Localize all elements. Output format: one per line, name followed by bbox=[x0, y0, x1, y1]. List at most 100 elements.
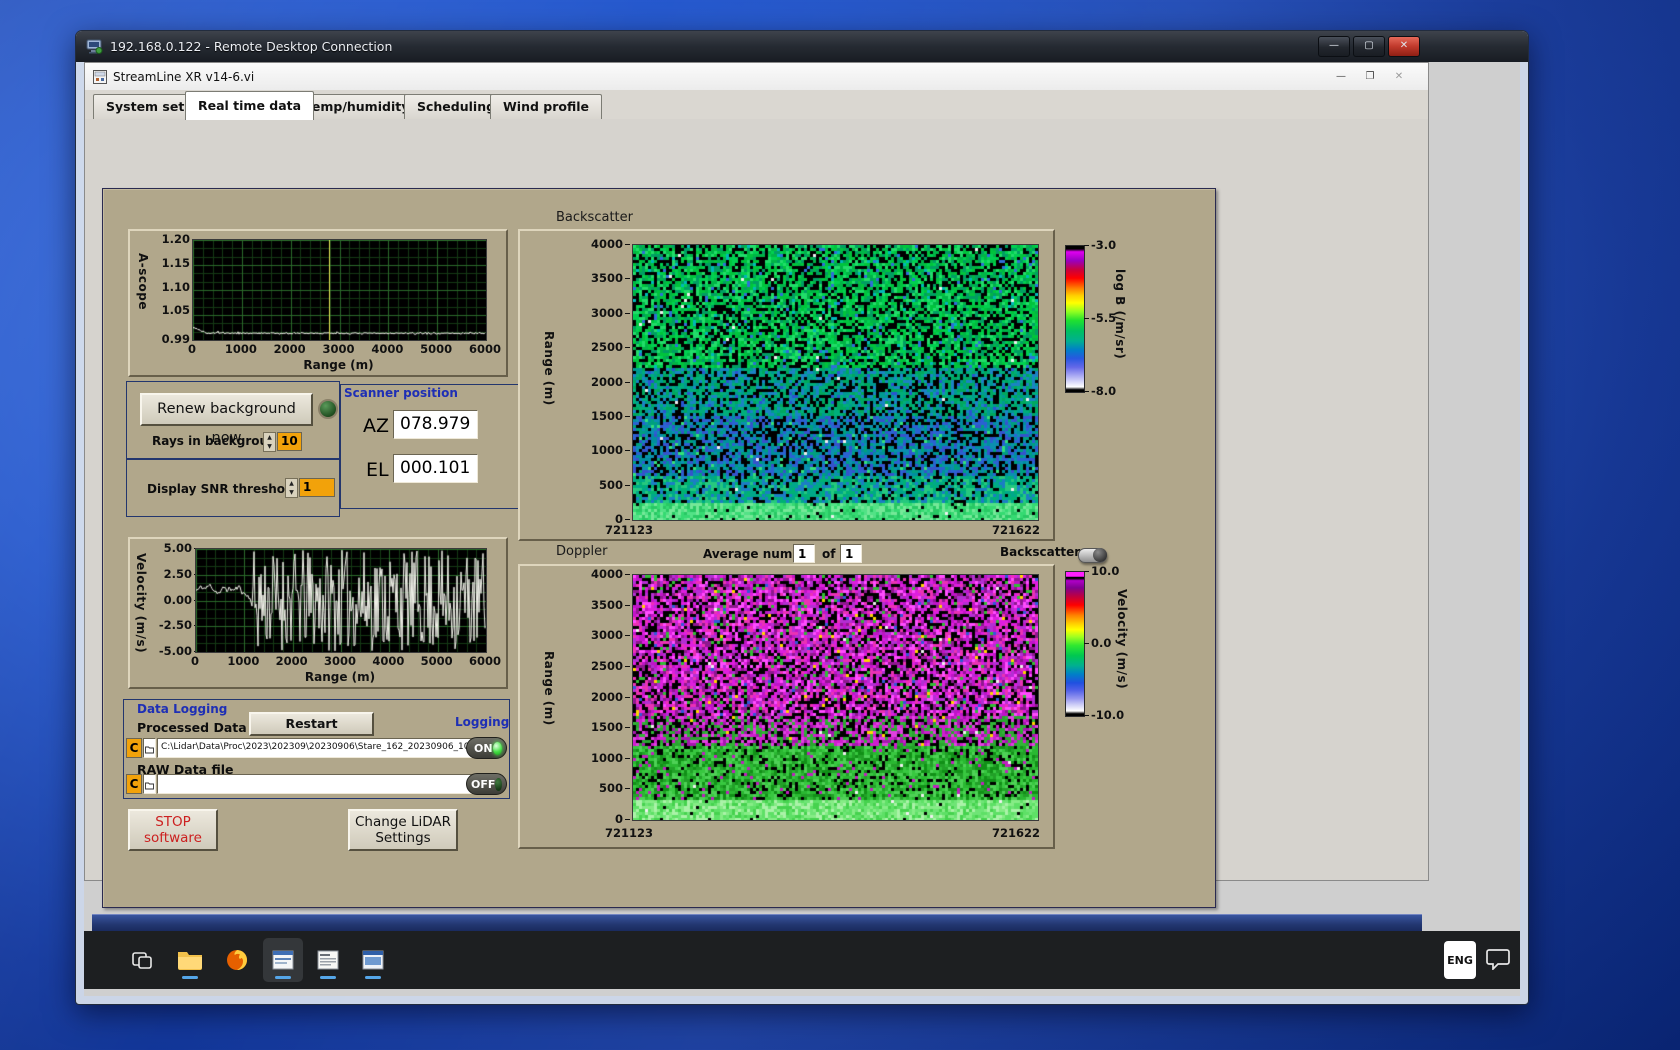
labview-vi-icon bbox=[93, 69, 107, 84]
el-label: EL bbox=[366, 459, 389, 481]
tick-label: 3500 bbox=[578, 271, 630, 285]
raw-drive-button[interactable]: C bbox=[126, 774, 142, 794]
logging-label: Logging bbox=[455, 715, 510, 729]
tick-label: 0.00 bbox=[152, 593, 199, 607]
tick-label: 3000 bbox=[323, 654, 357, 668]
el-value-field[interactable]: 000.101 bbox=[393, 454, 478, 483]
rays-spinner[interactable]: ▲ ▼ bbox=[263, 432, 276, 452]
change-lidar-settings-button[interactable]: Change LiDAR Settings bbox=[348, 809, 458, 851]
chat-tray-button[interactable] bbox=[1486, 948, 1510, 974]
streamline-restore-button[interactable]: ❐ bbox=[1357, 68, 1383, 85]
scan-schedule-window-icon bbox=[317, 950, 339, 970]
snr-spinner[interactable]: ▲ ▼ bbox=[285, 478, 298, 498]
tick-label: 2500 bbox=[578, 659, 630, 673]
tick-label: 1.05 bbox=[154, 303, 197, 317]
toggle-knob bbox=[1093, 548, 1107, 562]
language-indicator[interactable]: ENG bbox=[1444, 941, 1476, 979]
tick-label: 3000 bbox=[578, 628, 630, 642]
processed-path-field[interactable]: C:\Lidar\Data\Proc\2023\202309\20230906\… bbox=[157, 738, 479, 758]
raw-toggle-label: OFF bbox=[471, 777, 496, 791]
tab-wind-profile[interactable]: Wind profile bbox=[490, 94, 602, 119]
backscatter-display-toggle[interactable] bbox=[1078, 548, 1107, 563]
tick-label: 3000 bbox=[578, 306, 630, 320]
rdp-minimize-button[interactable]: — bbox=[1318, 36, 1350, 57]
running-indicator bbox=[320, 976, 336, 979]
task-view-button[interactable] bbox=[122, 938, 162, 982]
tick-label: 6000 bbox=[468, 342, 502, 356]
remote-desktop-area: StreamLine XR v14-6.vi — ❐ ✕ System setu… bbox=[84, 62, 1520, 996]
tick-label: 500 bbox=[578, 478, 630, 492]
tick-label: 2000 bbox=[273, 342, 306, 356]
rdp-window-buttons: — ▢ ✕ bbox=[1318, 36, 1420, 57]
processed-logging-toggle[interactable]: ON bbox=[466, 737, 507, 759]
doppler-x-end-label: 721622 bbox=[992, 826, 1041, 840]
folder-browse-icon bbox=[145, 782, 154, 790]
renew-background-button[interactable]: Renew background now bbox=[140, 393, 313, 446]
az-label: AZ bbox=[363, 415, 390, 437]
streamline-minimize-button[interactable]: — bbox=[1328, 68, 1354, 85]
snr-value-field[interactable]: 1 bbox=[299, 478, 335, 497]
doppler-colorbar-ticks: 10.0 0.0 -10.0 bbox=[1083, 564, 1137, 722]
streamline-close-button[interactable]: ✕ bbox=[1386, 68, 1412, 85]
restart-processed-file-button[interactable]: Restart processed file bbox=[249, 712, 374, 751]
processed-toggle-label: ON bbox=[474, 741, 493, 755]
logging-on-led bbox=[492, 741, 502, 755]
processed-browse-button[interactable] bbox=[143, 738, 156, 758]
tick-label: -3.0 bbox=[1083, 238, 1117, 252]
tick-label: -10.0 bbox=[1083, 708, 1125, 722]
tick-label: 2000 bbox=[578, 690, 630, 704]
processed-drive-button[interactable]: C bbox=[126, 738, 142, 758]
ascope-x-axis-label: Range (m) bbox=[303, 358, 374, 372]
tick-label: 1.15 bbox=[154, 256, 197, 270]
tick-label: 4000 bbox=[371, 342, 404, 356]
doppler-colorbar-label: Velocity (m/s) bbox=[1115, 589, 1129, 690]
tick-label: 2.50 bbox=[152, 567, 199, 581]
backscatter-y-axis-label: Range (m) bbox=[542, 331, 556, 406]
velocity-plot bbox=[195, 548, 487, 653]
az-value-field[interactable]: 078.979 bbox=[393, 410, 478, 439]
ascope-plot bbox=[192, 239, 487, 341]
taskbar-app-window-2[interactable] bbox=[308, 938, 348, 982]
backscatter-y-ticks: 4000 3500 3000 2500 2000 1500 1000 500 0 bbox=[578, 237, 630, 526]
stop-software-button[interactable]: STOP software bbox=[128, 809, 218, 851]
doppler-y-axis-label: Range (m) bbox=[542, 651, 556, 726]
doppler-x-start-label: 721123 bbox=[605, 826, 654, 840]
tick-label: 500 bbox=[578, 781, 630, 795]
doppler-title: Doppler bbox=[556, 544, 608, 559]
running-indicator bbox=[275, 976, 291, 979]
streamline-window-title: StreamLine XR v14-6.vi bbox=[113, 69, 255, 84]
average-number-field[interactable]: 1 bbox=[793, 544, 815, 563]
running-indicator bbox=[365, 976, 381, 979]
tick-label: -2.50 bbox=[152, 618, 199, 632]
rdp-close-button[interactable]: ✕ bbox=[1388, 36, 1420, 57]
streamline-window: StreamLine XR v14-6.vi — ❐ ✕ System setu… bbox=[84, 62, 1429, 938]
tab-real-time-data[interactable]: Real time data bbox=[185, 91, 315, 120]
of-label: of bbox=[822, 547, 836, 561]
background-controls-box: Renew background now Rays in background … bbox=[126, 381, 340, 459]
tick-label: 4000 bbox=[372, 654, 405, 668]
tick-label: 1.10 bbox=[154, 280, 197, 294]
tick-label: 0 bbox=[578, 812, 630, 826]
tick-label: 1500 bbox=[578, 720, 630, 734]
taskbar-app-window-3[interactable] bbox=[353, 938, 393, 982]
raw-logging-toggle[interactable]: OFF bbox=[466, 773, 507, 795]
rdp-maximize-button[interactable]: ▢ bbox=[1353, 36, 1385, 57]
file-explorer-button[interactable] bbox=[170, 938, 210, 982]
average-count-field[interactable]: 1 bbox=[840, 544, 862, 563]
tick-label: 1.20 bbox=[154, 232, 197, 246]
rays-value-field[interactable]: 10 bbox=[277, 432, 302, 451]
tick-label: 1500 bbox=[578, 409, 630, 423]
rdp-window-title: 192.168.0.122 - Remote Desktop Connectio… bbox=[110, 39, 393, 54]
velocity-graph-panel: Velocity (m/s) 5.00 2.50 0.00 -2.50 -5.00 0 1… bbox=[128, 537, 508, 689]
rdp-computer-icon bbox=[86, 39, 103, 54]
tick-label: 2000 bbox=[275, 654, 308, 668]
backscatter-graph-panel: Range (m) 4000 3500 3000 2500 2000 1500 1000 50… bbox=[518, 229, 1055, 541]
change-button-line2: Settings bbox=[375, 830, 431, 846]
app-window-icon bbox=[272, 950, 294, 970]
raw-path-field[interactable] bbox=[157, 774, 479, 794]
running-indicator bbox=[182, 976, 198, 979]
ascope-graph-panel: A-scope 1.20 1.15 1.10 1.05 0.99 0 1000 2000 30… bbox=[128, 229, 508, 377]
firefox-button[interactable] bbox=[217, 938, 257, 982]
taskbar-app-window-1[interactable] bbox=[263, 938, 303, 982]
raw-browse-button[interactable] bbox=[143, 774, 156, 794]
